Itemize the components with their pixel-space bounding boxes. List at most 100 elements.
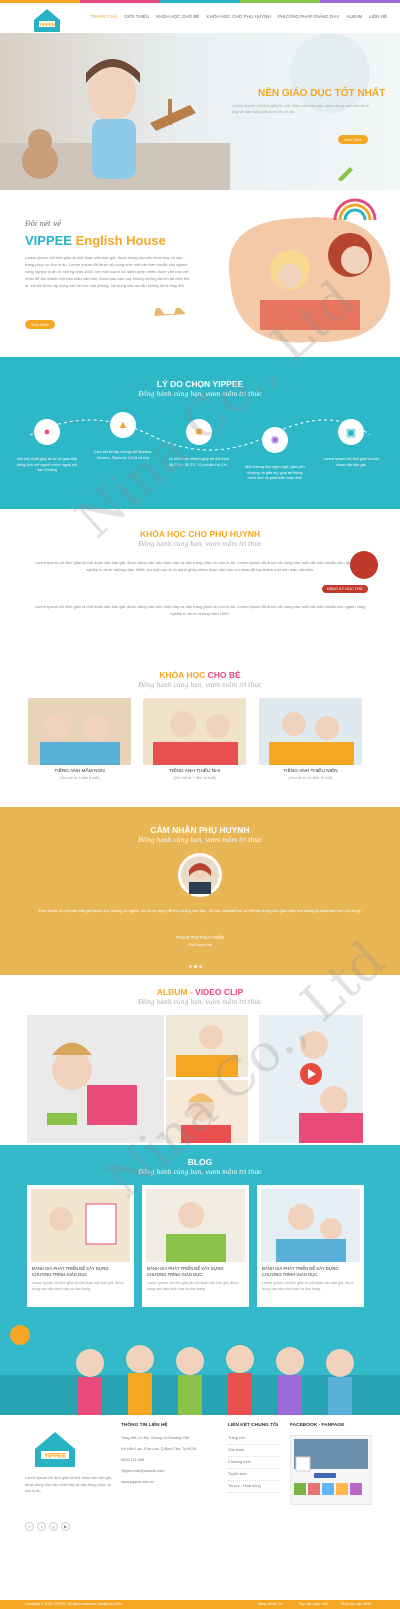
- kids-course-card[interactable]: TIẾNG ANH THIẾU NIÊN (Cho bé từ 11 đến 1…: [259, 698, 362, 780]
- youtube-icon[interactable]: ▶: [61, 1522, 70, 1531]
- footer-about: Lorem Ipsum chỉ đơn giản là một đoạn văn…: [25, 1476, 112, 1493]
- why-item-text: Lorem Ipsum chỉ đơn giản là một đoạn văn…: [323, 457, 379, 467]
- hero-more-button[interactable]: Xem thêm: [338, 135, 369, 144]
- intro-image: [228, 217, 391, 343]
- shield-icon: ▲: [110, 412, 136, 438]
- course-sub: (Cho bé từ 3 đến 6 tuổi): [59, 776, 100, 780]
- nav-item-about[interactable]: GIỚI THIỆU: [124, 14, 149, 19]
- footer-link-news[interactable]: Tin tức - Hoạt động: [228, 1481, 280, 1493]
- stat-online: Đang online: 99: [258, 1602, 283, 1606]
- parents-subtitle: Đồng hành cùng bạn, vươn mầm tri thức: [138, 541, 262, 548]
- blog-kids-banner: [0, 1325, 400, 1415]
- brand-logo[interactable]: YIPPEE: [30, 6, 64, 34]
- blog-card[interactable]: ĐÁNH GIÁ PHÁT TRIỂN ĐỂ XÂY DỰNG CHƯƠNG T…: [142, 1185, 249, 1307]
- nav-item-kids-courses[interactable]: KHÓA HỌC CHO BÉ: [156, 14, 199, 19]
- testimonial-title: CẢM NHẬN PHỤ HUYNH: [150, 825, 250, 835]
- fanpage-title: FACEBOOK - FANPAGE: [290, 1423, 345, 1428]
- parents-text-2: Lorem Ipsum chỉ đơn giản là một đoạn văn…: [34, 604, 366, 616]
- album-title-a: ALBUM: [156, 987, 188, 997]
- blog-post-title[interactable]: ĐÁNH GIÁ PHÁT TRIỂN ĐỂ XÂY DỰNG CHƯƠNG T…: [27, 1266, 134, 1278]
- footer: YIPPEE Lorem Ipsum chỉ đơn giản là một đ…: [0, 1415, 400, 1600]
- blog-card[interactable]: ĐÁNH GIÁ PHÁT TRIỂN ĐỂ XÂY DỰNG CHƯƠNG T…: [27, 1185, 134, 1307]
- play-icon[interactable]: [300, 1063, 322, 1085]
- kids-title-b: CHO BÉ: [207, 670, 241, 680]
- contact-email[interactable]: Yippee.edu@outlook.com: [121, 1466, 231, 1477]
- kids-course-card[interactable]: TIẾNG ANH THIẾU NHI (Cho bé từ 7 đến 10 …: [143, 698, 246, 780]
- why-item-text: Môi trường học ngôn ngữ, giàu yêu thương…: [245, 465, 305, 480]
- facebook-icon[interactable]: f: [25, 1522, 34, 1531]
- register-trial-button[interactable]: ĐĂNG KÝ HỌC THỬ: [322, 585, 368, 593]
- album-section: ALBUM - VIDEO CLIP Đồng hành cùng bạn, v…: [0, 975, 400, 1145]
- blog-image: [261, 1189, 360, 1262]
- testimonial-name: PHẠM THỊ THÚY HIỀN: [176, 935, 224, 940]
- footer-link-program[interactable]: Chương trình: [228, 1457, 280, 1469]
- testimonial-pagination[interactable]: [188, 955, 203, 973]
- blog-post-text: Lorem Ipsum chỉ đơn giản là một đoạn văn…: [262, 1281, 354, 1291]
- parents-text-1: Lorem Ipsum chỉ đơn giản là một đoạn văn…: [34, 560, 366, 572]
- nav-item-home[interactable]: TRANG CHỦ: [90, 14, 117, 19]
- fanpage-widget[interactable]: [290, 1435, 372, 1505]
- hero-banner: NỀN GIÁO DỤC TỐT NHẤT Lorem Ipsum chỉ đơ…: [0, 33, 400, 190]
- register-avatar: [350, 551, 378, 579]
- blog-post-text: Lorem Ipsum chỉ đơn giản là một đoạn văn…: [147, 1281, 239, 1291]
- intro-more-button[interactable]: Xem thêm: [25, 320, 56, 329]
- parents-section: KHÓA HỌC CHO PHỤ HUYNH Đồng hành cùng bạ…: [0, 509, 400, 652]
- album-photo-3[interactable]: [166, 1080, 248, 1143]
- blog-image: [31, 1189, 130, 1262]
- intro-text: Lorem Ipsum chỉ đơn giản là một đoạn văn…: [25, 255, 190, 288]
- kids-title: KHÓA HỌC CHO BÉ: [0, 670, 400, 680]
- testimonial-section: CẢM NHẬN PHỤ HUYNH Đồng hành cùng bạn, v…: [0, 807, 400, 975]
- why-item-2: ▲ Cam kết bé lấy chứng chỉ Starters, Mov…: [92, 412, 154, 461]
- course-sub: (Cho bé từ 7 đến 10 tuổi): [173, 776, 216, 780]
- blog-card[interactable]: ĐÁNH GIÁ PHÁT TRIỂN ĐỂ XÂY DỰNG CHƯƠNG T…: [257, 1185, 364, 1307]
- why-item-3: ■ Lộ trình học nhanh giúp bé đạt trình đ…: [168, 419, 230, 468]
- parents-title: KHÓA HỌC CHO PHỤ HUYNH: [139, 529, 261, 539]
- kids-title-a: KHÓA HỌC: [159, 670, 206, 680]
- blog-post-title[interactable]: ĐÁNH GIÁ PHÁT TRIỂN ĐỂ XÂY DỰNG CHƯƠNG T…: [257, 1266, 364, 1278]
- contact-website[interactable]: www.yippee.edu.vn: [121, 1477, 231, 1488]
- nav-item-album[interactable]: ALBUM: [346, 14, 362, 19]
- blog-subtitle: Đồng hành cùng bạn, vươn mầm tri thức: [138, 1169, 262, 1176]
- airplane-icon: [154, 308, 186, 316]
- intro-title-b: English House: [75, 233, 166, 248]
- kids-course-card[interactable]: TIẾNG ANH MẦM NON (Cho bé từ 3 đến 6 tuổ…: [28, 698, 131, 780]
- links-title: LIÊN KẾT CHUNG TÔI: [228, 1423, 279, 1428]
- svg-text:YIPPEE: YIPPEE: [44, 1454, 66, 1460]
- course-image: [259, 698, 362, 765]
- footer-link-admission[interactable]: Tuyển sinh: [228, 1469, 280, 1481]
- why-item-text: Nơi duy nhất giúp bé tự tin giao tiếp ti…: [16, 457, 78, 472]
- stat-total: Tổng truy cập: 9999: [340, 1602, 372, 1606]
- twitter-icon[interactable]: t: [37, 1522, 46, 1531]
- svg-text:YIPPEE: YIPPEE: [39, 22, 55, 27]
- hero-title: NỀN GIÁO DỤC TỐT NHẤT: [258, 88, 386, 99]
- why-item-text: Lộ trình học nhanh giúp bé đạt trình độ …: [168, 457, 230, 467]
- testimonial-role: Phụ huynh bé: [188, 943, 212, 947]
- footer-links: Trang chủ Giới thiệu Chương trình Tuyển …: [228, 1433, 280, 1493]
- why-item-5: ▣ Lorem Ipsum chỉ đơn giản là một đoạn v…: [320, 419, 382, 468]
- course-image: [28, 698, 131, 765]
- blog-post-text: Lorem Ipsum chỉ đơn giản là một đoạn văn…: [32, 1281, 124, 1291]
- nav-item-parent-courses[interactable]: KHÓA HỌC CHO PHỤ HUYNH: [207, 14, 271, 19]
- course-title: TIẾNG ANH MẦM NON: [54, 769, 105, 774]
- album-photo-1[interactable]: [27, 1015, 164, 1143]
- footer-link-about[interactable]: Giới thiệu: [228, 1445, 280, 1457]
- album-photo-2[interactable]: [166, 1015, 248, 1077]
- intro-title-a: VIPPEE: [25, 233, 72, 248]
- nav-item-contact[interactable]: LIÊN HỆ: [369, 14, 387, 19]
- footer-logo[interactable]: YIPPEE: [25, 1427, 85, 1469]
- google-icon[interactable]: g: [49, 1522, 58, 1531]
- why-item-text: Cam kết bé lấy chứng chỉ Starters, Mover…: [93, 450, 153, 460]
- nav-item-method[interactable]: PHƯƠNG PHÁP GIẢNG DẠY: [278, 14, 340, 19]
- why-title: LÝ DO CHỌN YIPPEE: [156, 379, 244, 389]
- testimonial-subtitle: Đồng hành cùng bạn, vươn mầm tri thức: [138, 837, 262, 844]
- album-subtitle: Đồng hành cùng bạn, vươn mầm tri thức: [138, 999, 262, 1006]
- color-wheel-icon: ✺: [262, 427, 288, 453]
- rainbow-icon: [333, 198, 377, 221]
- course-image: [143, 698, 246, 765]
- album-title-b: VIDEO CLIP: [195, 987, 244, 997]
- blog-post-title[interactable]: ĐÁNH GIÁ PHÁT TRIỂN ĐỂ XÂY DỰNG CHƯƠNG T…: [142, 1266, 249, 1278]
- footer-link-home[interactable]: Trang chủ: [228, 1433, 280, 1445]
- blog-image: [146, 1189, 245, 1262]
- bottom-bar: Copyright © 2019 YIPPEE. All rights rese…: [0, 1600, 400, 1609]
- testimonial-quote: "Đơn thuần là một văn bản giả thuần túy,…: [37, 908, 363, 913]
